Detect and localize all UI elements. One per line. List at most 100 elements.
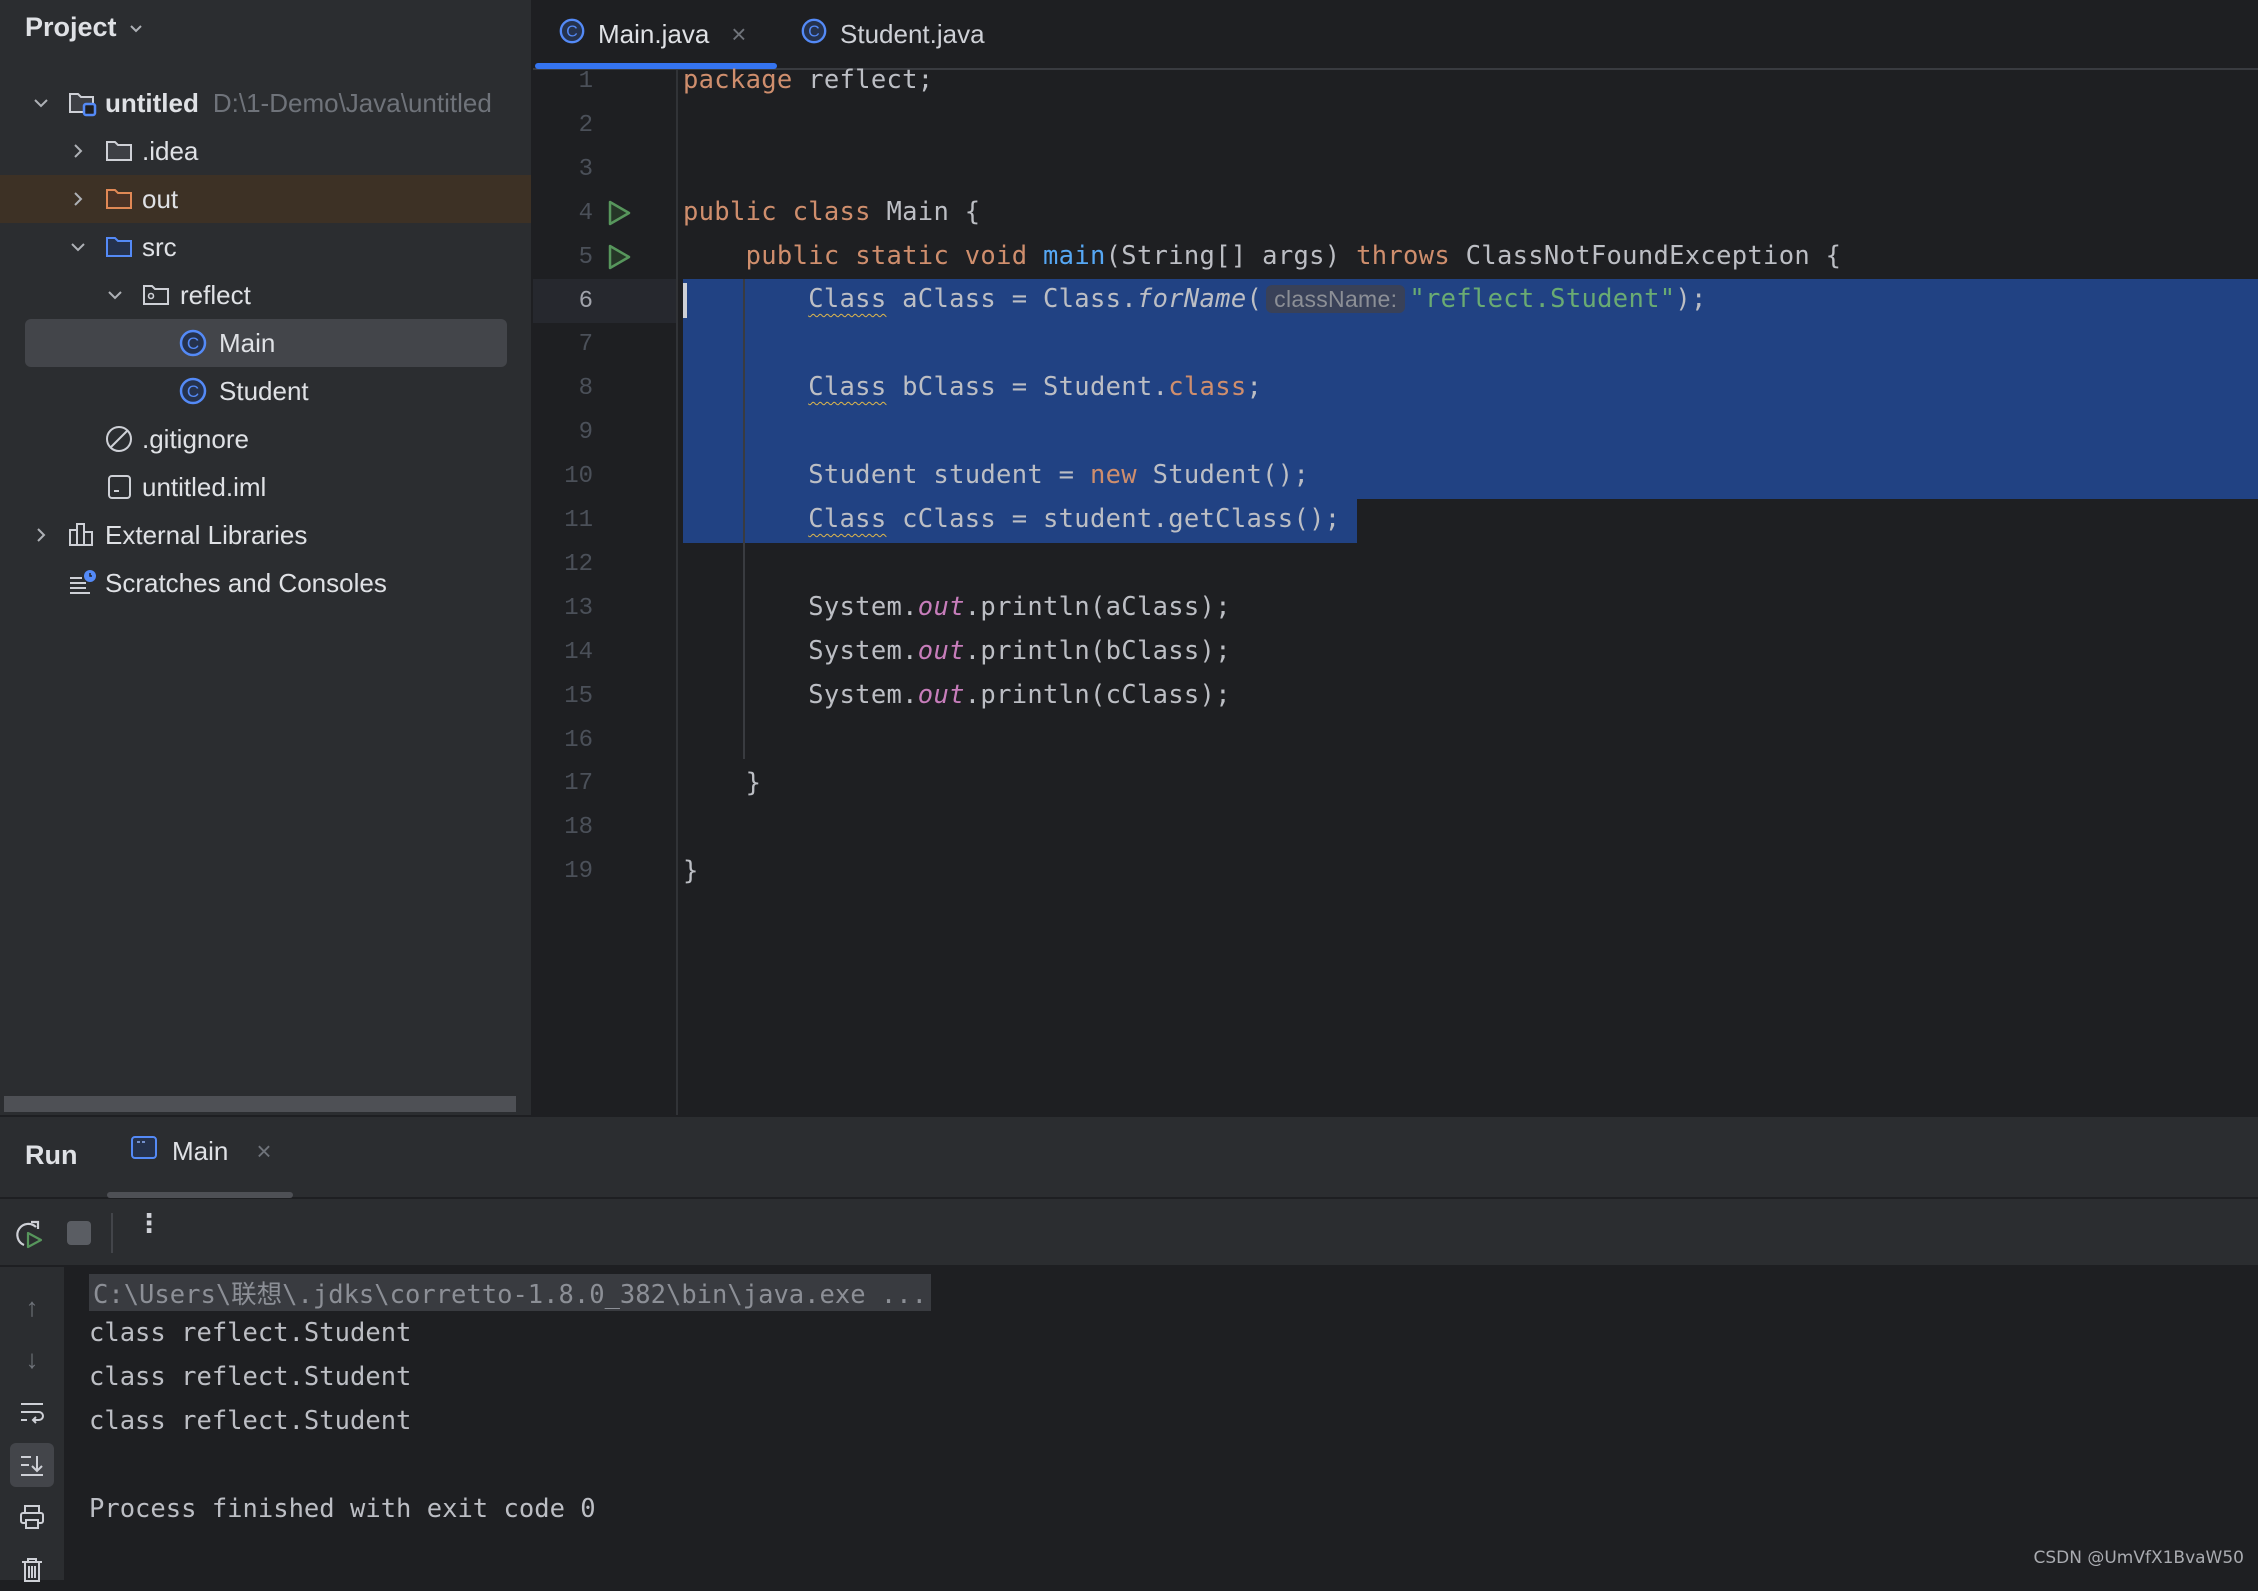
tree-item-label: untitled: [105, 87, 199, 118]
console-exit-message[interactable]: Process finished with exit code 0: [89, 1494, 596, 1524]
svg-text:C: C: [808, 23, 819, 40]
code-line-19[interactable]: }: [683, 856, 699, 886]
console-command-line[interactable]: C:\Users\联想\.jdks\corretto-1.8.0_382\bin…: [89, 1274, 931, 1311]
line-number: 10: [564, 463, 593, 491]
stop-button[interactable]: [67, 1221, 91, 1245]
soft-wrap-icon[interactable]: [10, 1391, 54, 1435]
tree-item-idea[interactable]: .idea: [0, 127, 531, 175]
line-number: 12: [564, 550, 593, 578]
tree-item-label: reflect: [180, 279, 251, 310]
project-horizontal-scrollbar[interactable]: [4, 1096, 516, 1112]
console-output-line[interactable]: class reflect.Student: [89, 1318, 411, 1348]
scroll-to-end-icon[interactable]: [10, 1443, 54, 1487]
tab-student-java[interactable]: C Student.java: [800, 0, 985, 68]
code-line-11[interactable]: Class cClass = student.getClass();: [683, 504, 1340, 534]
static-field: out: [917, 592, 965, 622]
code-line-13[interactable]: System.out.println(aClass);: [683, 592, 1231, 622]
chevron-down-icon[interactable]: [31, 93, 51, 113]
parameter-hint: className:: [1266, 285, 1406, 313]
code-text: Student();: [1136, 460, 1310, 490]
project-path: D:\1-Demo\Java\untitled: [212, 87, 492, 118]
scratches-icon: [67, 568, 97, 598]
chevron-down-icon[interactable]: [68, 237, 88, 257]
code-text: .println(cClass);: [964, 680, 1231, 710]
keyword: public: [683, 197, 777, 227]
class-icon: C: [178, 376, 208, 406]
line-number: 7: [578, 331, 593, 359]
excluded-folder-icon: [104, 184, 134, 214]
watermark: CSDN @UmVfX1BvaW50: [2033, 1548, 2244, 1568]
chevron-right-icon[interactable]: [68, 141, 88, 161]
print-icon[interactable]: [10, 1495, 54, 1539]
clear-all-icon[interactable]: [10, 1547, 54, 1591]
code-text: aClass = Class.: [886, 284, 1137, 314]
iml-file-icon: [104, 472, 134, 502]
keyword: class: [1168, 372, 1247, 402]
run-tab-main[interactable]: Main ×: [130, 1135, 272, 1168]
chevron-down-icon[interactable]: [105, 285, 125, 305]
close-icon[interactable]: ×: [256, 1136, 271, 1167]
line-number: 8: [578, 375, 593, 403]
run-class-icon[interactable]: [604, 198, 634, 228]
line-number: 4: [578, 199, 593, 227]
raw-type-warning: Class: [808, 284, 887, 314]
line-number: 15: [564, 682, 593, 710]
code-line-1[interactable]: package reflect;: [683, 65, 933, 95]
line-number: 9: [578, 419, 593, 447]
code-line-5[interactable]: public static void main(String[] args) t…: [683, 241, 1841, 271]
project-view-selector[interactable]: Project: [25, 12, 145, 43]
chevron-right-icon[interactable]: [68, 189, 88, 209]
scroll-down-icon[interactable]: ↓: [10, 1337, 54, 1381]
code-text: cClass = student.getClass();: [886, 504, 1341, 534]
source-folder-icon: [104, 232, 134, 262]
tab-label: Main.java: [598, 18, 710, 49]
tree-item-gitignore[interactable]: .gitignore: [0, 415, 531, 463]
more-options-icon[interactable]: ⋮: [136, 1210, 162, 1236]
tree-item-main[interactable]: C Main: [25, 319, 507, 367]
code-line-15[interactable]: System.out.println(cClass);: [683, 680, 1231, 710]
tree-item-untitled-iml[interactable]: untitled.iml: [0, 463, 531, 511]
tree-item-scratches[interactable]: Scratches and Consoles: [0, 559, 531, 607]
libraries-icon: [67, 520, 97, 550]
tree-item-out[interactable]: out: [0, 175, 531, 223]
code-line-10[interactable]: Student student = new Student();: [683, 460, 1309, 490]
code-text: .println(bClass);: [964, 636, 1231, 666]
line-number: 13: [564, 594, 593, 622]
console-output-line[interactable]: class reflect.Student: [89, 1406, 411, 1436]
run-main-icon[interactable]: [604, 242, 634, 272]
keyword: package: [683, 65, 793, 95]
tree-item-untitled[interactable]: untitled D:\1-Demo\Java\untitled: [0, 79, 531, 127]
console-output-line[interactable]: class reflect.Student: [89, 1362, 411, 1392]
tree-item-external-libraries[interactable]: External Libraries: [0, 511, 531, 559]
code-line-4[interactable]: public class Main {: [683, 197, 980, 227]
tree-item-reflect[interactable]: reflect: [0, 271, 531, 319]
editor: [533, 0, 2258, 1115]
tree-item-label: out: [142, 183, 179, 214]
tab-main-java[interactable]: C Main.java ×: [558, 0, 746, 68]
code-line-6[interactable]: Class aClass = Class.forName(className: "…: [683, 284, 1707, 314]
keyword: new: [1089, 460, 1137, 490]
tree-item-label: Main: [219, 327, 276, 358]
static-field: out: [917, 680, 965, 710]
toolbar-separator: [111, 1213, 113, 1253]
scroll-up-icon[interactable]: ↑: [10, 1285, 54, 1329]
active-tab-indicator: [107, 1192, 293, 1198]
class-icon: C: [558, 17, 586, 52]
code-line-8[interactable]: Class bClass = Student.class;: [683, 372, 1262, 402]
code-text: System.: [808, 592, 918, 622]
code-line-14[interactable]: System.out.println(bClass);: [683, 636, 1231, 666]
code-line-17[interactable]: }: [683, 768, 761, 798]
tree-item-student[interactable]: C Student: [0, 367, 531, 415]
tree-item-label: Student: [219, 375, 309, 406]
code-text: System.: [808, 636, 918, 666]
close-icon[interactable]: ×: [731, 19, 746, 50]
run-panel-title: Run: [25, 1140, 78, 1170]
line-number: 16: [564, 726, 593, 754]
chevron-right-icon[interactable]: [31, 525, 51, 545]
string-literal: "reflect.Student": [1409, 284, 1676, 314]
editor-tabs: [533, 0, 2258, 70]
line-number: 3: [578, 155, 593, 183]
rerun-button[interactable]: [12, 1218, 44, 1255]
raw-type-warning: Class: [808, 504, 887, 534]
tree-item-src[interactable]: src: [0, 223, 531, 271]
